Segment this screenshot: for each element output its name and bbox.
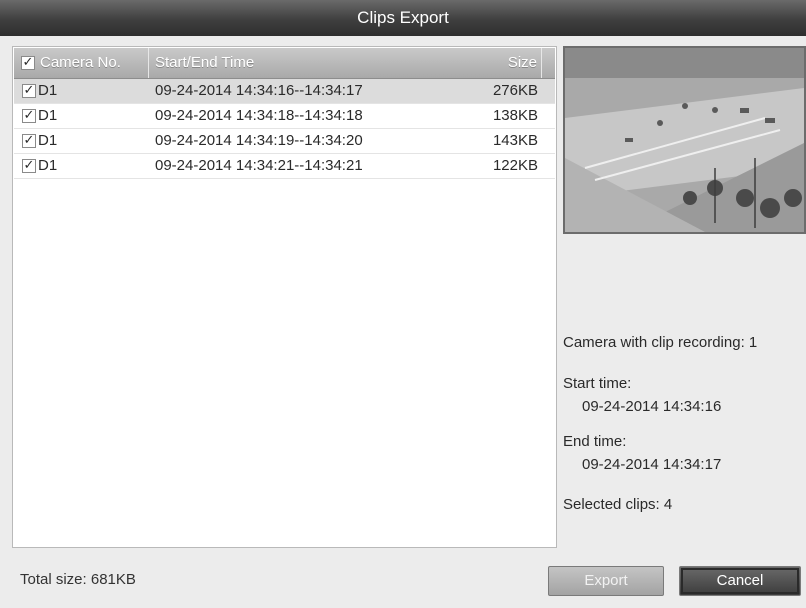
clip-checkbox[interactable]: ✓: [22, 109, 36, 123]
column-header-size[interactable]: Size: [459, 48, 542, 78]
clip-checkbox[interactable]: ✓: [22, 84, 36, 98]
clip-camera: D1: [38, 107, 58, 124]
column-header-camera[interactable]: Camera No.: [14, 48, 149, 78]
clips-export-dialog: Clips Export ✓ Camera No. Start/End Time…: [0, 0, 806, 608]
clip-time: 09-24-2014 14:34:19--14:34:20: [155, 132, 363, 149]
video-preview: [563, 46, 806, 234]
clip-camera: D1: [38, 82, 58, 99]
start-time-label: Start time:: [563, 375, 632, 392]
clip-camera: D1: [38, 157, 58, 174]
export-button[interactable]: Export: [548, 566, 664, 596]
start-time-value: 09-24-2014 14:34:16: [582, 398, 722, 415]
clip-size: 276KB: [492, 82, 538, 99]
clip-row[interactable]: ✓ D1 09-24-2014 14:34:21--14:34:21 122KB: [14, 154, 555, 179]
cancel-button[interactable]: Cancel: [679, 566, 801, 596]
clip-list-header: ✓ Camera No. Start/End Time Size: [14, 48, 555, 79]
clip-size: 138KB: [492, 107, 538, 124]
end-time-value: 09-24-2014 14:34:17: [582, 456, 722, 473]
clip-size: 122KB: [492, 157, 538, 174]
column-header-time[interactable]: Start/End Time: [149, 48, 459, 78]
clip-time: 09-24-2014 14:34:16--14:34:17: [155, 82, 363, 99]
clip-checkbox[interactable]: ✓: [22, 134, 36, 148]
selected-clips-text: Selected clips: 4: [563, 496, 673, 513]
clip-checkbox[interactable]: ✓: [22, 159, 36, 173]
clip-list: ✓ Camera No. Start/End Time Size ✓ D1 09…: [12, 46, 557, 548]
clip-row[interactable]: ✓ D1 09-24-2014 14:34:19--14:34:20 143KB: [14, 129, 555, 154]
clip-row[interactable]: ✓ D1 09-24-2014 14:34:18--14:34:18 138KB: [14, 104, 555, 129]
clip-rows: ✓ D1 09-24-2014 14:34:16--14:34:17 276KB…: [14, 79, 555, 179]
preview-image: [565, 48, 804, 232]
camera-count-text: Camera with clip recording: 1: [563, 334, 758, 351]
clip-camera: D1: [38, 132, 58, 149]
total-size-text: Total size: 681KB: [20, 571, 136, 588]
clip-size: 143KB: [492, 132, 538, 149]
clip-time: 09-24-2014 14:34:21--14:34:21: [155, 157, 363, 174]
clip-time: 09-24-2014 14:34:18--14:34:18: [155, 107, 363, 124]
dialog-title: Clips Export: [0, 0, 806, 36]
end-time-label: End time:: [563, 433, 627, 450]
clip-row[interactable]: ✓ D1 09-24-2014 14:34:16--14:34:17 276KB: [14, 79, 555, 104]
